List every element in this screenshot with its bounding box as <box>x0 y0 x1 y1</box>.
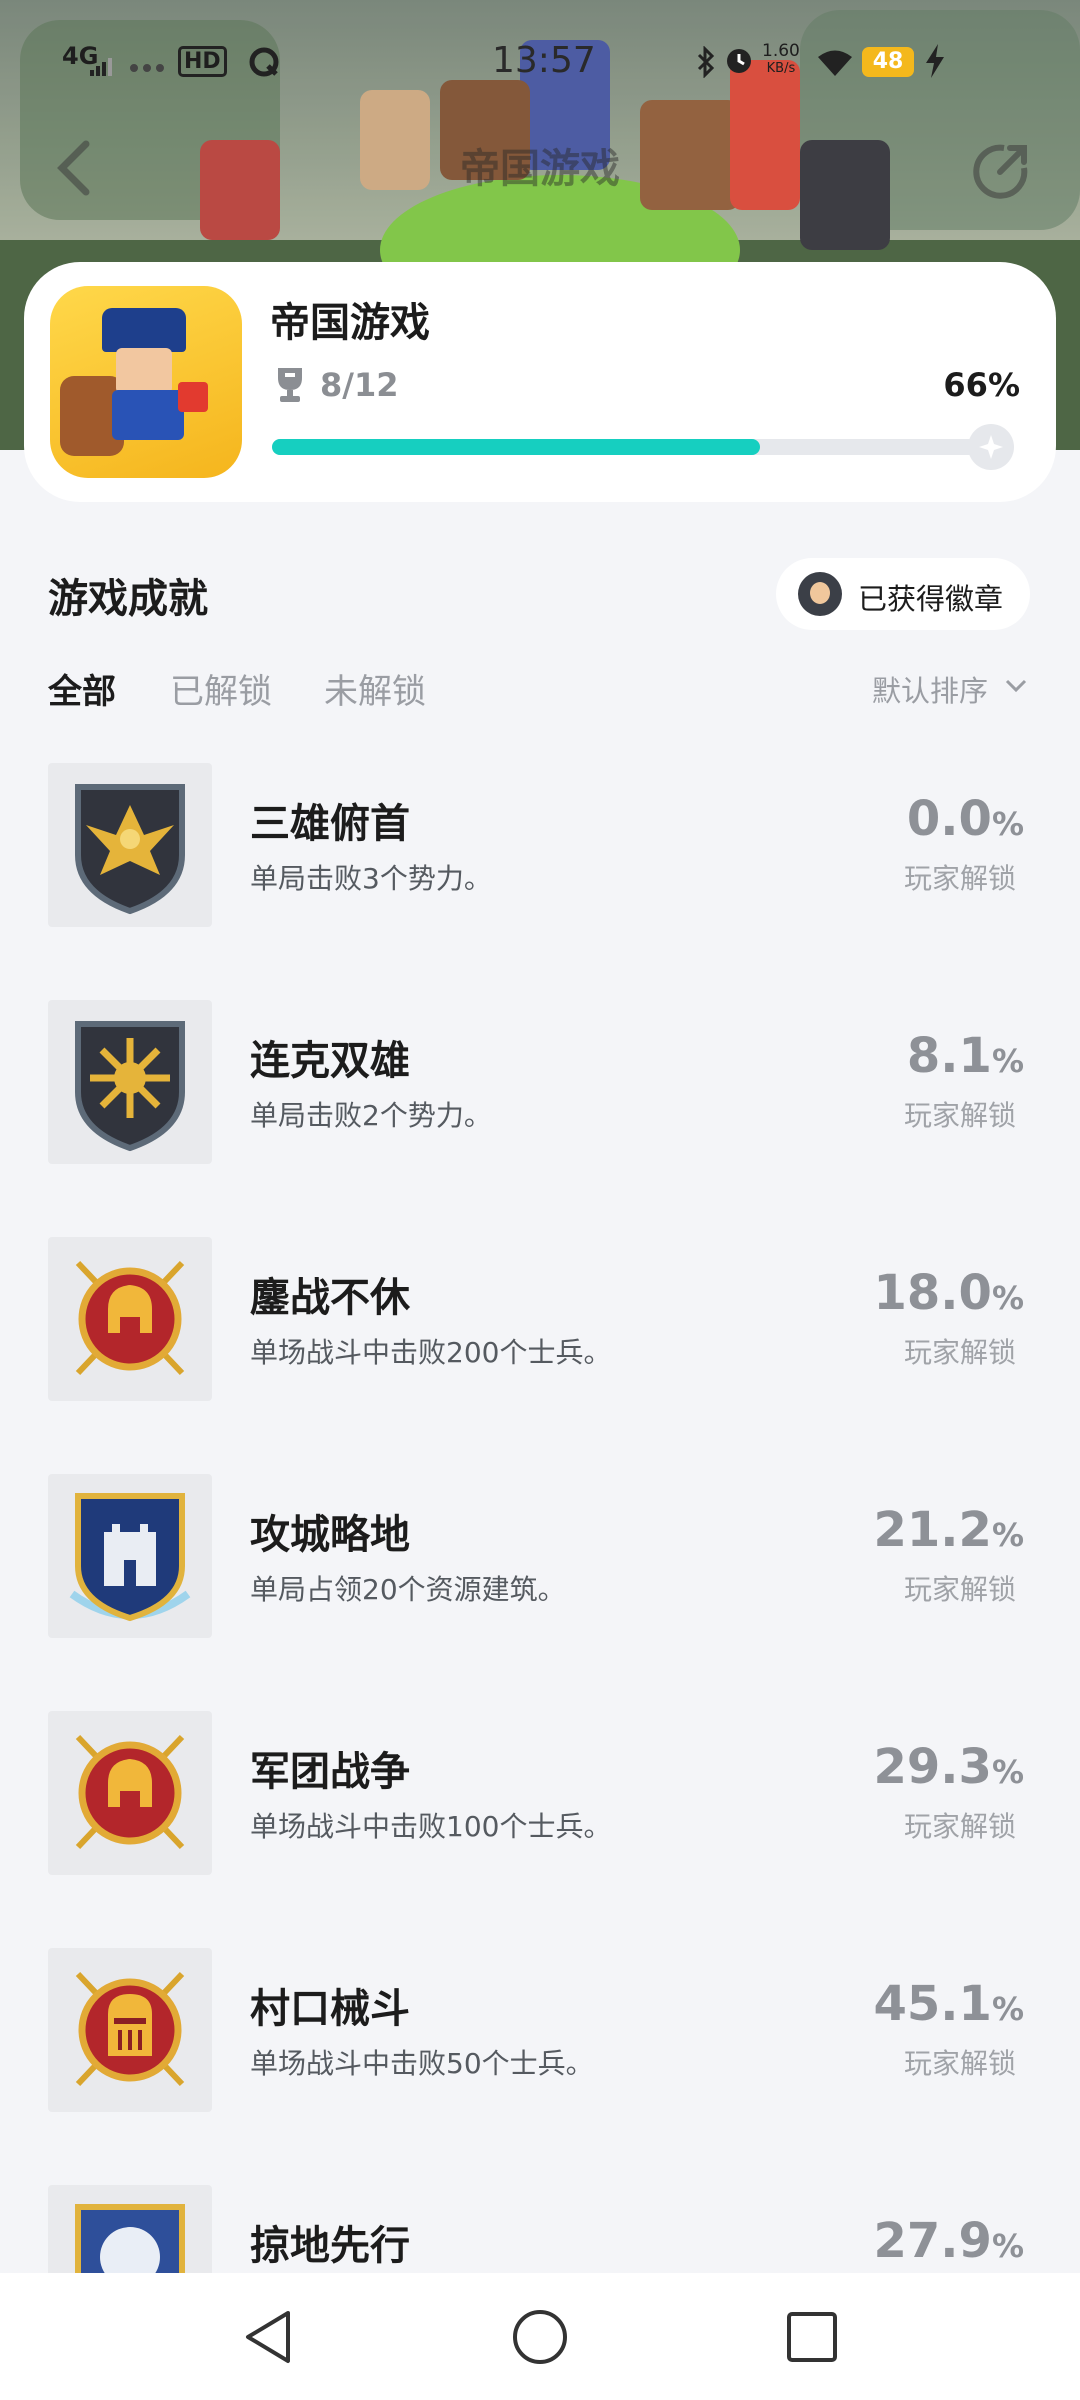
unlock-percent: 21.2% <box>873 1502 1025 1558</box>
sort-dropdown[interactable]: 默认排序 <box>872 668 988 710</box>
achievement-icon-tile <box>48 1474 212 1638</box>
status-bar: 4G HD 13:57 1.60 KB/s 48 <box>0 0 1080 120</box>
achievement-item[interactable]: 三雄俯首 单局击败3个势力。 0.0% 玩家解锁 <box>0 763 1080 1000</box>
achievement-desc: 单场战斗中击败50个士兵。 <box>250 2047 594 2080</box>
share-icon[interactable] <box>970 140 1032 202</box>
tab-locked[interactable]: 未解锁 <box>324 664 426 713</box>
achievement-name: 掠地先行 <box>250 2223 410 2269</box>
castle-shield-icon <box>69 1493 191 1622</box>
completion-percent: 66% <box>943 366 1020 404</box>
wifi-icon <box>818 50 852 76</box>
tab-unlocked[interactable]: 已解锁 <box>170 664 272 713</box>
sun-shield-icon <box>75 1021 185 1152</box>
trophy-icon <box>278 368 302 402</box>
bluetooth-icon <box>697 46 715 78</box>
achievement-name: 军团战争 <box>250 1749 410 1795</box>
signal-bars-icon <box>90 58 112 76</box>
unlock-percent: 45.1% <box>873 1976 1025 2032</box>
unlock-percent: 27.9% <box>873 2213 1025 2269</box>
back-triangle-icon[interactable] <box>240 2307 296 2367</box>
unlock-percent-label: 玩家解锁 <box>903 2047 1016 2080</box>
earned-badges-label: 已获得徽章 <box>858 582 1004 616</box>
section-title: 游戏成就 <box>48 576 208 622</box>
achievement-item[interactable]: 鏖战不休 单场战斗中击败200个士兵。 18.0% 玩家解锁 <box>0 1237 1080 1474</box>
unlock-percent: 8.1% <box>906 1028 1024 1084</box>
unlock-percent-label: 玩家解锁 <box>903 862 1016 895</box>
eagle-shield-icon <box>75 784 185 915</box>
achievement-desc: 单局击败2个势力。 <box>250 1099 492 1132</box>
achievement-name: 攻城略地 <box>250 1512 410 1558</box>
achievement-name: 村口械斗 <box>250 1986 410 2032</box>
achievement-name: 鏖战不休 <box>250 1275 410 1321</box>
unlock-percent: 29.3% <box>873 1739 1025 1795</box>
badge-avatar-icon <box>798 572 842 616</box>
earned-badges-button[interactable]: 已获得徽章 <box>776 558 1030 630</box>
unlock-percent: 18.0% <box>873 1265 1025 1321</box>
signal-bars-2-icon <box>130 62 164 72</box>
achievement-item[interactable]: 村口械斗 单场战斗中击败50个士兵。 45.1% 玩家解锁 <box>0 1948 1080 2185</box>
recents-square-icon[interactable] <box>784 2307 840 2367</box>
achievement-item[interactable]: 连克双雄 单局击败2个势力。 8.1% 玩家解锁 <box>0 1000 1080 1237</box>
progress-goal-icon <box>968 424 1014 470</box>
achievement-desc: 单场战斗中击败200个士兵。 <box>250 1336 612 1369</box>
battery-indicator: 48 <box>862 47 914 77</box>
achievement-icon-tile <box>48 763 212 927</box>
achievement-name: 连克双雄 <box>250 1038 410 1084</box>
charging-bolt-icon <box>926 44 944 78</box>
achievement-icon-tile <box>48 1237 212 1401</box>
achievement-desc: 单局占领20个资源建筑。 <box>250 1573 566 1606</box>
system-nav-bar <box>0 2273 1080 2400</box>
achievement-item[interactable]: 攻城略地 单局占领20个资源建筑。 21.2% 玩家解锁 <box>0 1474 1080 1711</box>
achievement-count: 8/12 <box>320 366 399 404</box>
unlock-percent-label: 玩家解锁 <box>903 1810 1016 1843</box>
achievement-name: 三雄俯首 <box>250 801 410 847</box>
game-app-icon <box>50 286 242 478</box>
home-circle-icon[interactable] <box>510 2307 570 2367</box>
game-progress-card: 帝国游戏 8/12 66% <box>24 262 1056 502</box>
unlock-percent-label: 玩家解锁 <box>903 1099 1016 1132</box>
achievement-item[interactable]: 军团战争 单场战斗中击败100个士兵。 29.3% 玩家解锁 <box>0 1711 1080 1948</box>
chevron-down-icon[interactable] <box>1004 674 1028 698</box>
progress-bar <box>272 439 1012 455</box>
knight-helmet-medal-icon <box>75 1971 185 2087</box>
game-name: 帝国游戏 <box>270 300 430 346</box>
achievement-icon-tile <box>48 1000 212 1164</box>
achievement-icon-tile <box>48 1948 212 2112</box>
progress-bar-fill <box>272 439 761 455</box>
unlock-percent-label: 玩家解锁 <box>903 1573 1016 1606</box>
alarm-icon <box>727 49 751 73</box>
unlock-percent: 0.0% <box>906 791 1024 847</box>
unlock-percent-label: 玩家解锁 <box>903 1336 1016 1369</box>
net-speed: 1.60 KB/s <box>762 41 800 76</box>
achievement-icon-tile <box>48 1711 212 1875</box>
page-title: 帝国游戏 <box>460 146 620 192</box>
gold-helmet-medal-icon <box>75 1734 185 1850</box>
gold-helmet-medal-icon <box>75 1260 185 1376</box>
tab-all[interactable]: 全部 <box>48 664 116 713</box>
app-notification-icon <box>249 47 279 77</box>
hd-badge: HD <box>178 46 227 77</box>
clock: 13:57 <box>492 40 596 81</box>
achievement-desc: 单局击败3个势力。 <box>250 862 492 895</box>
achievement-desc: 单场战斗中击败100个士兵。 <box>250 1810 612 1843</box>
